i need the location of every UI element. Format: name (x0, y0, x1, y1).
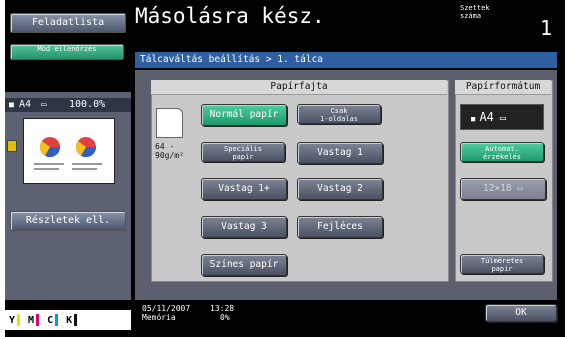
toner-y: Y (9, 314, 21, 326)
sets-label: Szettek száma (460, 4, 490, 20)
paper-icon (156, 108, 183, 138)
oversize-paper-button[interactable]: Túlméretes papír (460, 254, 544, 274)
orientation-icon: ▭ (493, 113, 506, 124)
preview-pie-icons (34, 137, 102, 170)
paper-type-heading: Papírfajta (151, 80, 447, 95)
breadcrumb: Tálcaváltás beállítás > 1. tálca (135, 52, 557, 68)
thick1plus-button[interactable]: Vastag 1+ (201, 178, 287, 200)
color-paper-button[interactable]: Színes papír (201, 254, 287, 276)
status-title: Másolásra kész. (135, 4, 325, 28)
thick2-button[interactable]: Vastag 2 (297, 178, 383, 200)
current-format-display: ■ A4 ▭ (460, 104, 544, 130)
sets-count: 1 (540, 16, 553, 40)
details-button[interactable]: Részletek ell. (10, 211, 126, 231)
date-memory: 05/11/2007 Memória (142, 304, 191, 322)
auto-detect-button[interactable]: Automat. érzékelés (460, 142, 544, 162)
orientation-icon: ▭ (511, 183, 524, 194)
size-12x18-button[interactable]: 12×18 ▭ (460, 178, 546, 200)
orientation-icon: ▭ (41, 100, 47, 110)
job-list-button[interactable]: Feladatlista (10, 13, 126, 33)
ok-button[interactable]: OK (485, 304, 557, 322)
paper-format-heading: Papírformátum (455, 80, 551, 95)
preview-thumbnail (23, 118, 115, 184)
toner-k: K (66, 314, 78, 326)
toner-levels: Y M C K (5, 310, 131, 330)
thumb-zoom: 100.0% (69, 99, 106, 110)
thick3-button[interactable]: Vastag 3 (201, 216, 287, 238)
one-side-only-button[interactable]: Csak 1-oldalas (297, 104, 381, 124)
toner-m: M (28, 314, 40, 326)
paper-weight-label: 64 - 90g/m² (155, 142, 184, 160)
thumbnail-bar: ■ A4 ▭ 100.0% (5, 98, 131, 112)
thumb-paper-size: A4 (19, 99, 32, 110)
copy-icon: ■ (9, 100, 14, 109)
normal-paper-button[interactable]: Normál papír (201, 104, 287, 126)
special-paper-button[interactable]: Speciális papír (201, 142, 285, 162)
duplex-icon (7, 140, 17, 152)
time-memory-value: 13:28 0% (210, 304, 235, 322)
thick1-button[interactable]: Vastag 1 (297, 142, 383, 164)
letterhead-button[interactable]: Fejléces (297, 216, 383, 238)
check-job-button[interactable]: Mód ellenőrzés (10, 44, 124, 60)
screen: Feladatlista Mód ellenőrzés ■ A4 ▭ 100.0… (5, 0, 565, 337)
toner-c: C (47, 314, 59, 326)
